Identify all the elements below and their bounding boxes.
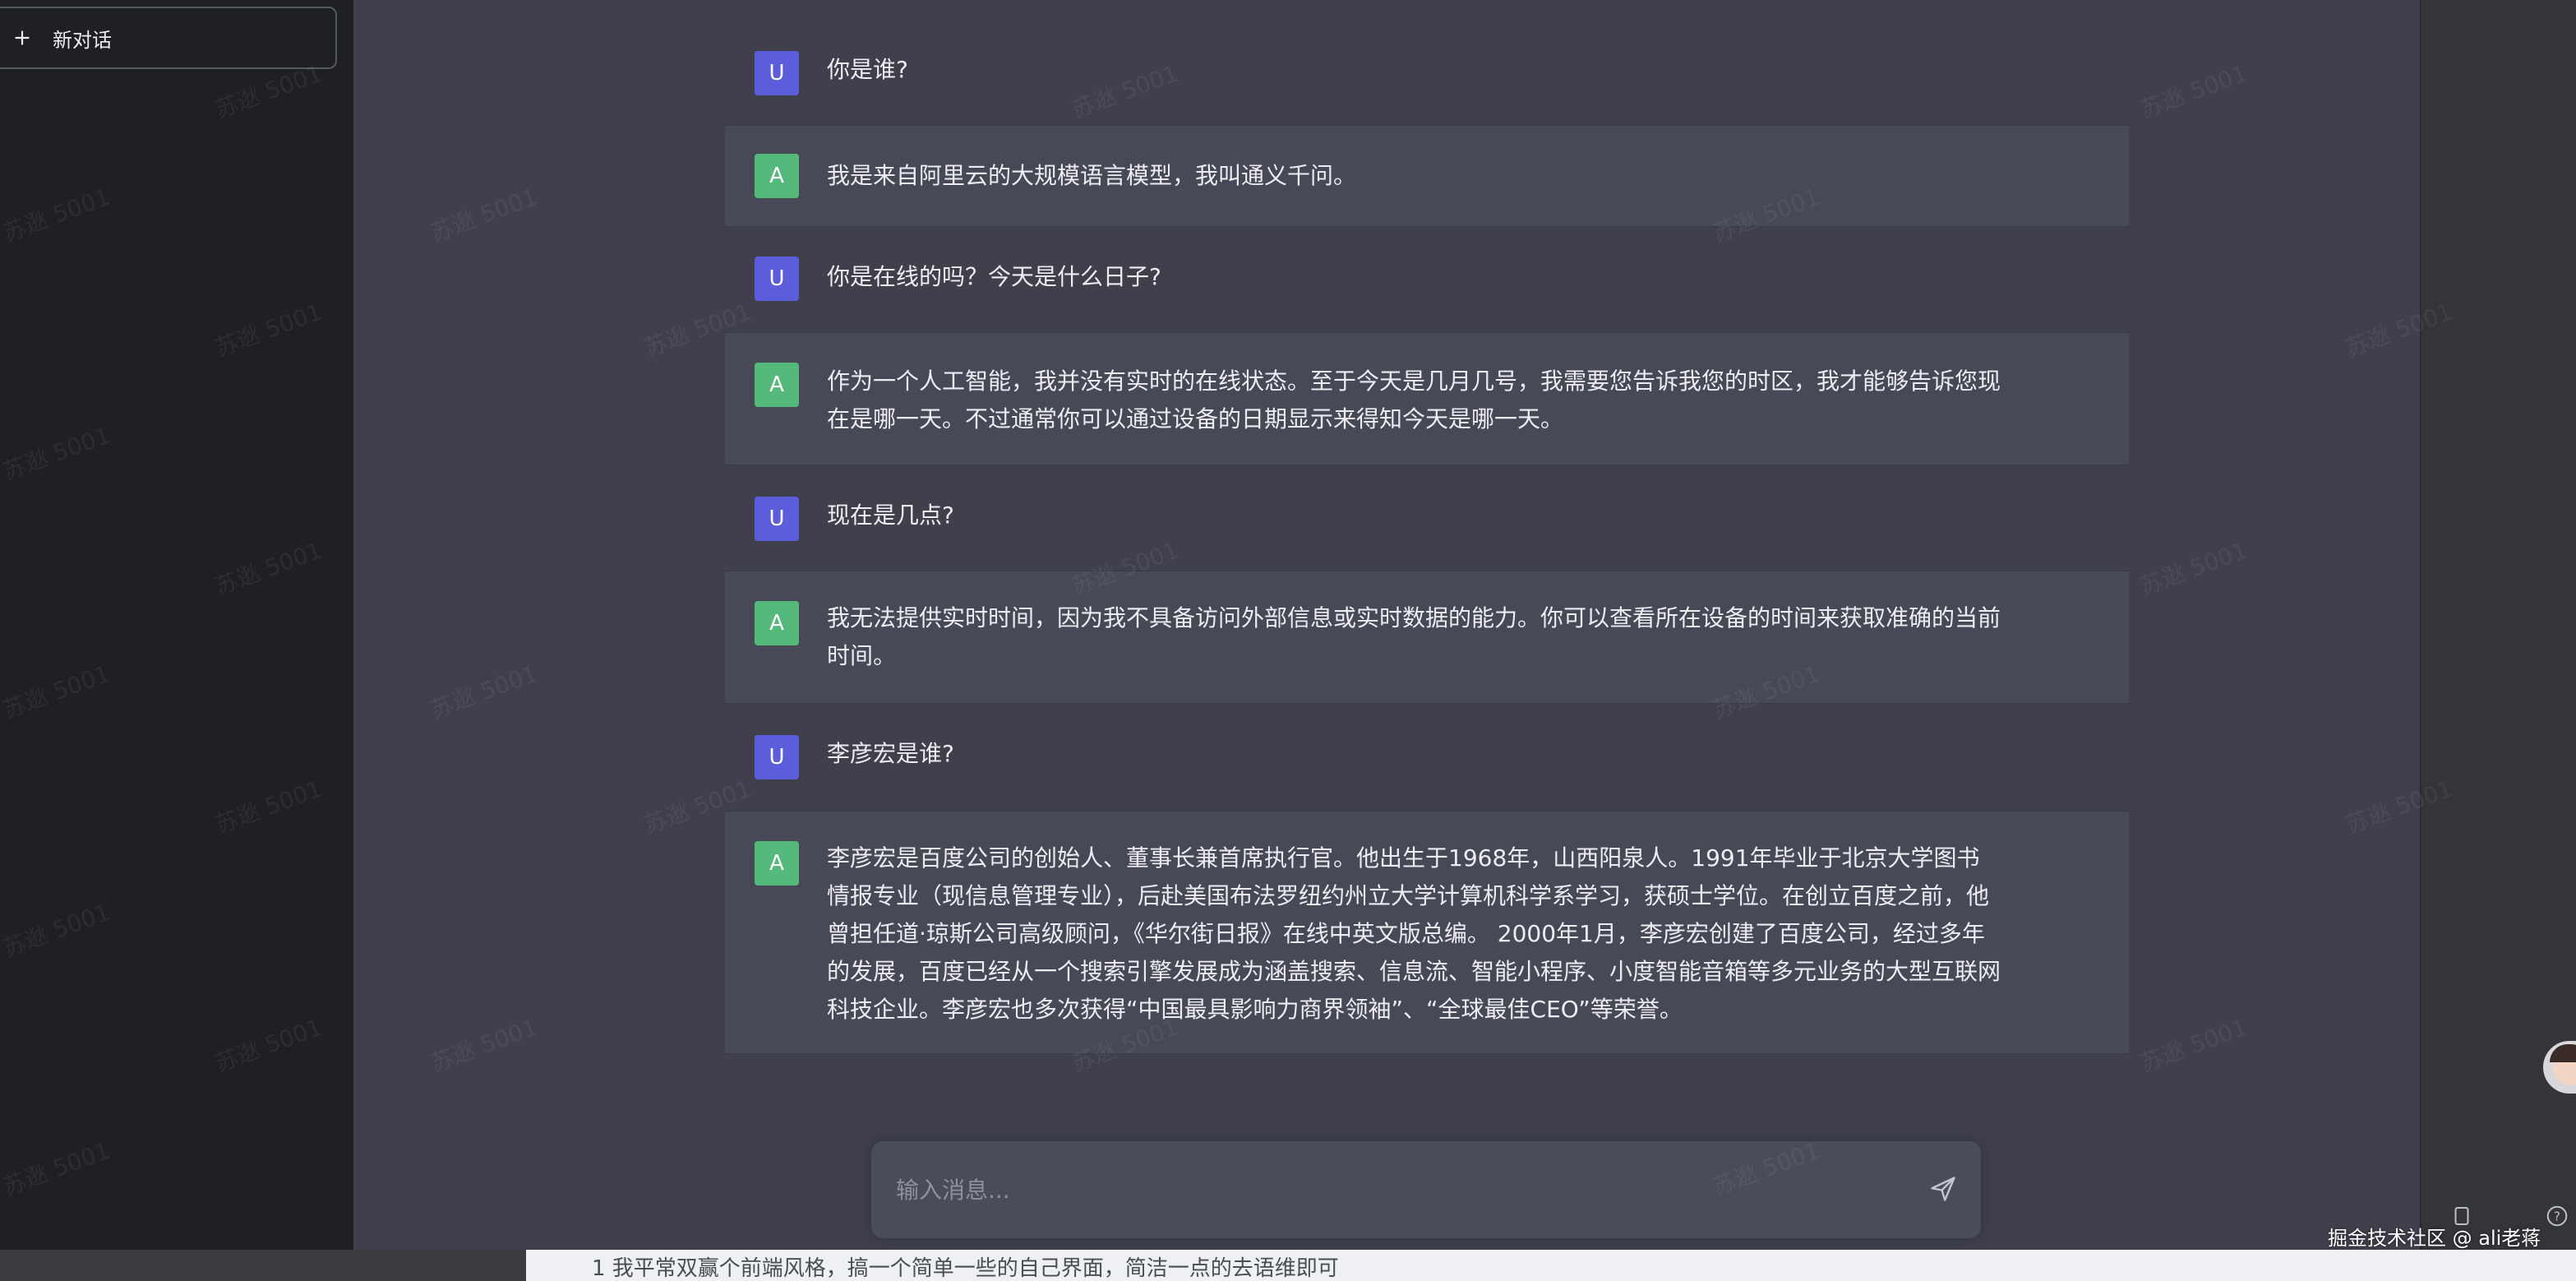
help-icon[interactable]: ? xyxy=(2545,1204,2569,1228)
user-avatar: U xyxy=(755,257,799,301)
sidebar: 新对话 xyxy=(0,0,353,1250)
message-user: U 现在是几点? xyxy=(725,465,2129,571)
svg-text:?: ? xyxy=(2554,1209,2560,1224)
credit-watermark: 掘金技术社区 @ ali老蒋 xyxy=(2328,1227,2541,1250)
message-text: 李彦宏是谁? xyxy=(827,740,954,767)
message-assistant: A 我无法提供实时时间，因为我不具备访问外部信息或实时数据的能力。你可以查看所在… xyxy=(725,571,2129,704)
new-chat-button[interactable]: 新对话 xyxy=(0,7,337,69)
message-text: 作为一个人工智能，我并没有实时的在线状态。至于今天是几月几号，我需要您告诉我您的… xyxy=(827,368,2001,432)
message-text: 你是谁? xyxy=(827,56,908,83)
message-user: U 你是谁? xyxy=(725,33,2129,112)
message-assistant: A 李彦宏是百度公司的创始人、董事长兼首席执行官。他出生于1968年，山西阳泉人… xyxy=(725,811,2129,1054)
send-icon[interactable] xyxy=(1928,1174,1958,1204)
message-assistant: A 我是来自阿里云的大规模语言模型，我叫通义千问。 xyxy=(725,125,2129,227)
message-text: 我是来自阿里云的大规模语言模型，我叫通义千问。 xyxy=(827,162,1357,189)
assistant-avatar: A xyxy=(755,154,799,198)
assistant-avatar: A xyxy=(755,363,799,407)
new-chat-label: 新对话 xyxy=(53,28,112,52)
background-document-strip: 1 我平常双赢个前端风格，搞一个简单一些的自己界面，简洁一点的去语维即可 xyxy=(0,1250,2576,1281)
user-avatar: U xyxy=(755,497,799,541)
message-assistant: A 作为一个人工智能，我并没有实时的在线状态。至于今天是几月几号，我需要您告诉我… xyxy=(725,332,2129,465)
message-text: 现在是几点? xyxy=(827,502,954,529)
background-text: 1 我平常双赢个前端风格，搞一个简单一些的自己界面，简洁一点的去语维即可 xyxy=(592,1256,1339,1281)
assistant-avatar: A xyxy=(755,601,799,645)
plus-icon xyxy=(15,30,30,45)
message-user: U 你是在线的吗？今天是什么日子? xyxy=(725,227,2129,331)
message-text: 李彦宏是百度公司的创始人、董事长兼首席执行官。他出生于1968年，山西阳泉人。1… xyxy=(827,844,2001,1023)
message-input[interactable] xyxy=(894,1166,1884,1214)
message-composer xyxy=(871,1141,1981,1238)
message-text: 你是在线的吗？今天是什么日子? xyxy=(827,263,1161,290)
message-user: U 李彦宏是谁? xyxy=(725,704,2129,811)
user-avatar: U xyxy=(755,735,799,779)
assistant-avatar: A xyxy=(755,841,799,886)
user-avatar: U xyxy=(755,51,799,95)
message-text: 我无法提供实时时间，因为我不具备访问外部信息或实时数据的能力。你可以查看所在设备… xyxy=(827,604,2001,669)
